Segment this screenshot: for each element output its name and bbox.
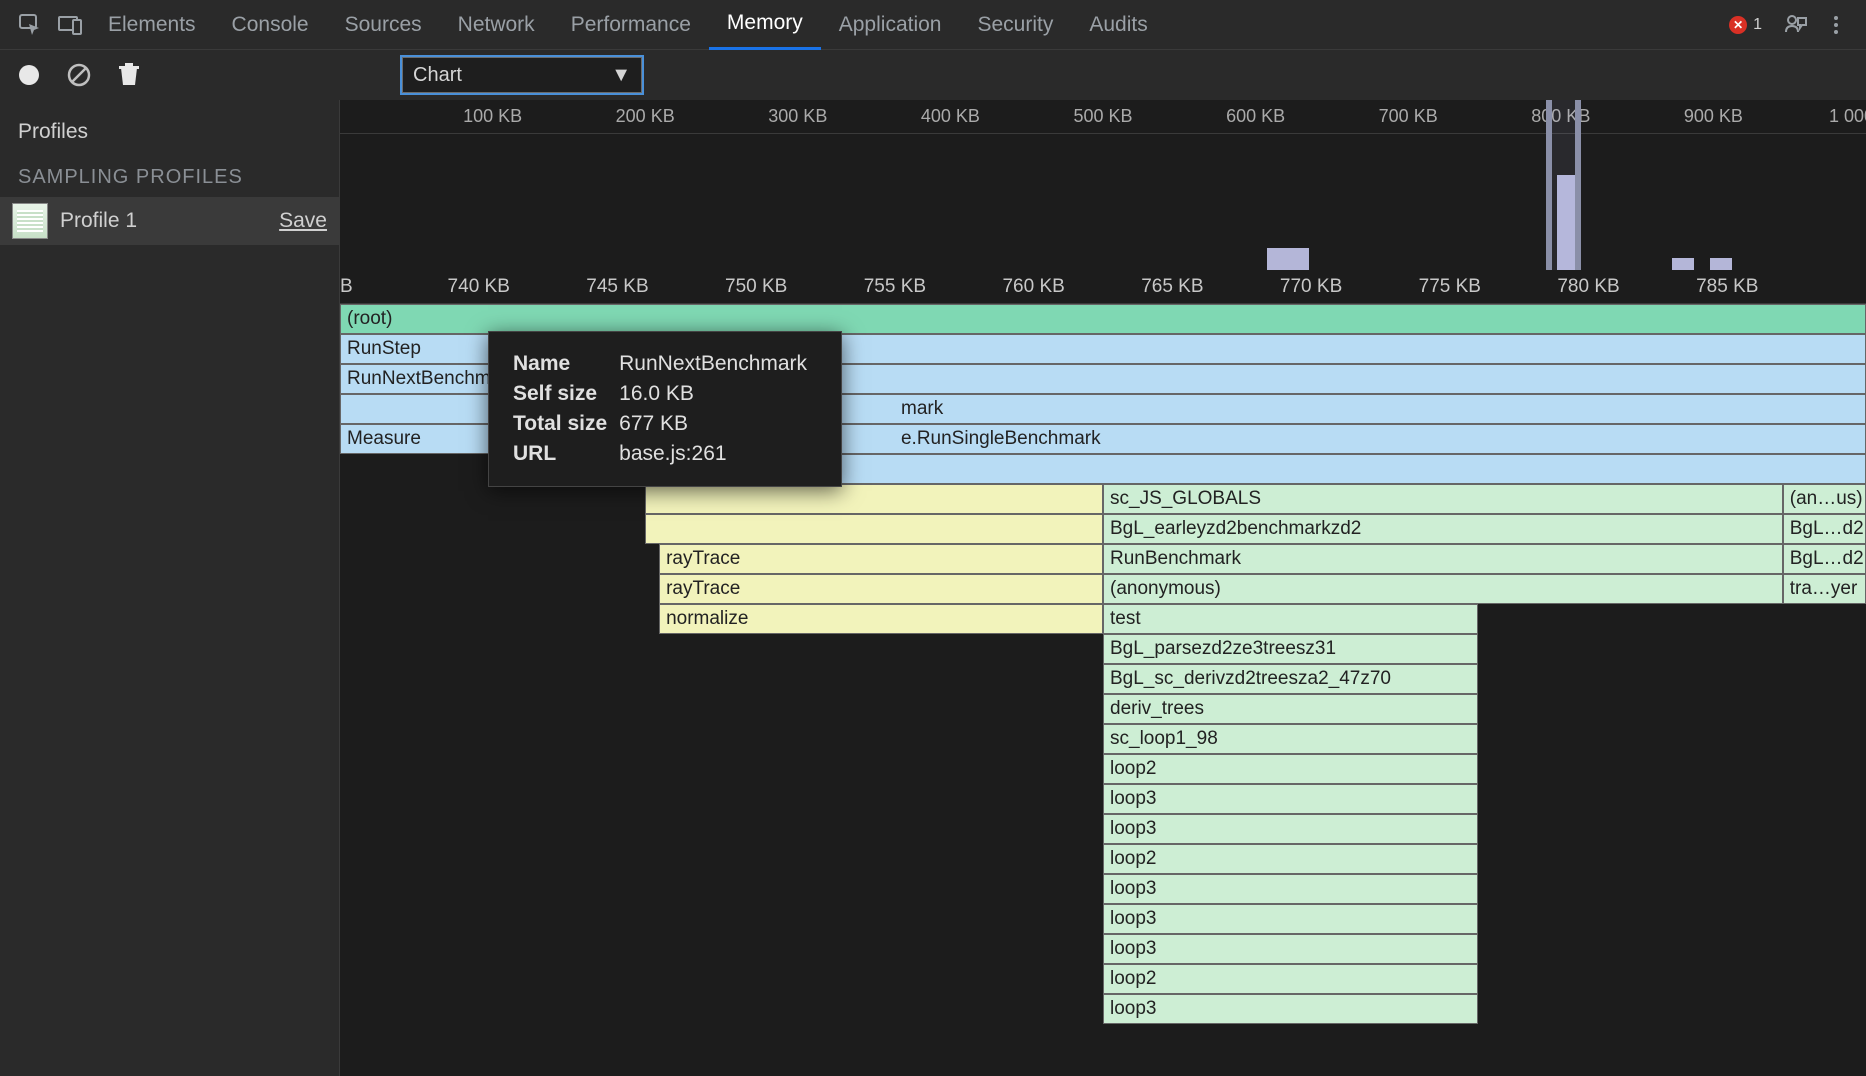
overview-tick: 700 KB xyxy=(1379,106,1438,127)
flame-frame[interactable]: sc_JS_GLOBALS xyxy=(1103,484,1783,514)
overview-tick: 500 KB xyxy=(1073,106,1132,127)
sidebar-section-label: SAMPLING PROFILES xyxy=(0,154,339,197)
overview-tick: 900 KB xyxy=(1684,106,1743,127)
flame-frame[interactable]: BgL_parsezd2ze3treesz31 xyxy=(1103,634,1478,664)
flame-frame[interactable]: test xyxy=(1103,604,1478,634)
flame-tick: KB xyxy=(340,276,353,298)
flame-frame[interactable]: BgL…d2 xyxy=(1783,514,1866,544)
device-toolbar-icon[interactable] xyxy=(50,0,90,50)
error-dot-icon: ✕ xyxy=(1729,16,1747,34)
profile-file-icon xyxy=(12,203,48,239)
flame-frame[interactable]: tra…yer xyxy=(1783,574,1866,604)
delete-button[interactable] xyxy=(116,62,142,88)
dropdown-arrow-icon: ▼ xyxy=(611,64,631,87)
overview-tick: 600 KB xyxy=(1226,106,1285,127)
clear-button[interactable] xyxy=(66,62,92,88)
flame-frame[interactable]: loop3 xyxy=(1103,874,1478,904)
error-count: 1 xyxy=(1753,16,1762,34)
flame-tick: 740 KB xyxy=(448,276,510,298)
sidebar-title: Profiles xyxy=(0,110,339,154)
feedback-icon[interactable] xyxy=(1776,0,1816,50)
overview-bar xyxy=(1287,248,1309,270)
frame-tooltip: NameRunNextBenchmark Self size16.0 KB To… xyxy=(488,331,842,487)
flame-frame[interactable]: rayTrace xyxy=(659,544,1103,574)
flamegraph-ruler[interactable]: KB 740 KB 745 KB 750 KB 755 KB 760 KB 765 KB 77… xyxy=(340,270,1866,304)
overview-bar xyxy=(1267,248,1289,270)
flame-frame[interactable]: loop3 xyxy=(1103,814,1478,844)
view-mode-value: Chart xyxy=(413,64,462,87)
flame-frame[interactable] xyxy=(645,514,1103,544)
flame-frame[interactable]: rayTrace xyxy=(659,574,1103,604)
tab-network[interactable]: Network xyxy=(440,0,553,50)
flame-tick: 745 KB xyxy=(586,276,648,298)
flame-frame[interactable]: (root) xyxy=(340,304,1866,334)
overview-tick: 200 KB xyxy=(616,106,675,127)
tab-sources[interactable]: Sources xyxy=(327,0,440,50)
overview-bar xyxy=(1710,258,1732,270)
flame-frame[interactable]: loop3 xyxy=(1103,904,1478,934)
overview-bar xyxy=(1672,258,1694,270)
flame-tick: 780 KB xyxy=(1557,276,1619,298)
overview-tick: 1 000 KB xyxy=(1829,106,1866,127)
flame-tick: 785 KB xyxy=(1696,276,1758,298)
flame-frame[interactable] xyxy=(645,484,1103,514)
flame-tick: 765 KB xyxy=(1141,276,1203,298)
flame-frame[interactable]: BgL…d2 xyxy=(1783,544,1866,574)
flame-frame[interactable]: BgL_sc_derivzd2treesza2_47z70 xyxy=(1103,664,1478,694)
profiles-sidebar: Profiles SAMPLING PROFILES Profile 1 Sav… xyxy=(0,100,340,1076)
flame-frame[interactable]: loop3 xyxy=(1103,784,1478,814)
profile-save-link[interactable]: Save xyxy=(279,209,327,233)
tab-memory[interactable]: Memory xyxy=(709,0,821,50)
tab-elements[interactable]: Elements xyxy=(90,0,214,50)
flame-frame[interactable]: loop3 xyxy=(1103,994,1478,1024)
flame-frame[interactable]: (an…us) xyxy=(1783,484,1866,514)
flame-tick: 775 KB xyxy=(1419,276,1481,298)
flame-frame[interactable]: loop2 xyxy=(1103,964,1478,994)
flame-tick: 760 KB xyxy=(1002,276,1064,298)
flame-tick: 750 KB xyxy=(725,276,787,298)
flame-tick: 755 KB xyxy=(864,276,926,298)
flame-tick: 770 KB xyxy=(1280,276,1342,298)
flame-frame[interactable]: loop2 xyxy=(1103,844,1478,874)
memory-toolbar: Chart ▼ xyxy=(0,50,1866,100)
tab-performance[interactable]: Performance xyxy=(553,0,709,50)
tab-application[interactable]: Application xyxy=(821,0,960,50)
devtools-tabbar: ElementsConsoleSourcesNetworkPerformance… xyxy=(0,0,1866,50)
flame-frame[interactable]: loop3 xyxy=(1103,934,1478,964)
flame-frame[interactable]: deriv_trees xyxy=(1103,694,1478,724)
profile-item[interactable]: Profile 1 Save xyxy=(0,197,339,245)
flame-frame[interactable]: loop2 xyxy=(1103,754,1478,784)
overview-tick: 400 KB xyxy=(921,106,980,127)
flame-frame[interactable]: normalize xyxy=(659,604,1103,634)
overview-chart[interactable]: 100 KB 200 KB 300 KB 400 KB 500 KB 600 KB 700 … xyxy=(340,100,1866,270)
flame-frame[interactable]: BgL_earleyzd2benchmarkzd2 xyxy=(1103,514,1783,544)
tab-security[interactable]: Security xyxy=(959,0,1071,50)
chart-content: 100 KB 200 KB 300 KB 400 KB 500 KB 600 KB 700 … xyxy=(340,100,1866,1076)
overview-tick: 100 KB xyxy=(463,106,522,127)
flame-frame[interactable]: RunBenchmark xyxy=(1103,544,1783,574)
flame-frame[interactable]: (anonymous) xyxy=(1103,574,1783,604)
overview-selection[interactable] xyxy=(1546,100,1581,270)
record-button[interactable] xyxy=(16,62,42,88)
flame-frame[interactable]: sc_loop1_98 xyxy=(1103,724,1478,754)
tab-audits[interactable]: Audits xyxy=(1071,0,1165,50)
view-mode-select[interactable]: Chart ▼ xyxy=(402,57,642,93)
tab-console[interactable]: Console xyxy=(214,0,327,50)
overview-tick: 300 KB xyxy=(768,106,827,127)
error-indicator[interactable]: ✕ 1 xyxy=(1729,16,1762,34)
inspect-element-icon[interactable] xyxy=(10,0,50,50)
profile-name: Profile 1 xyxy=(60,209,267,233)
more-menu-icon[interactable] xyxy=(1816,0,1856,50)
